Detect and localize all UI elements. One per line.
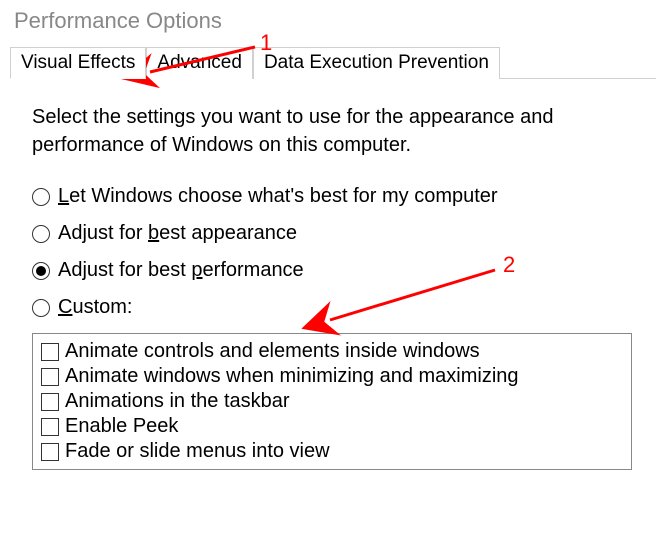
radio-icon bbox=[32, 299, 50, 317]
check-animate-windows[interactable]: Animate windows when minimizing and maxi… bbox=[41, 365, 623, 388]
tab-visual-effects[interactable]: Visual Effects bbox=[10, 47, 146, 79]
check-taskbar-animations[interactable]: Animations in the taskbar bbox=[41, 390, 623, 413]
window-title: Performance Options bbox=[0, 0, 656, 46]
check-label: Enable Peek bbox=[65, 415, 178, 438]
check-label: Animate controls and elements inside win… bbox=[65, 340, 480, 363]
radio-label: Let Windows choose what's best for my co… bbox=[58, 185, 498, 208]
tab-strip: Visual Effects Advanced Data Execution P… bbox=[10, 46, 656, 79]
check-enable-peek[interactable]: Enable Peek bbox=[41, 415, 623, 438]
check-animate-controls[interactable]: Animate controls and elements inside win… bbox=[41, 340, 623, 363]
radio-custom[interactable]: Custom: bbox=[32, 296, 634, 319]
radio-label: Adjust for best performance bbox=[58, 259, 304, 282]
checkbox-icon bbox=[41, 343, 59, 361]
radio-best-appearance[interactable]: Adjust for best appearance bbox=[32, 222, 634, 245]
visual-effects-radio-group: Let Windows choose what's best for my co… bbox=[32, 185, 634, 319]
radio-label: Adjust for best appearance bbox=[58, 222, 297, 245]
tab-dep[interactable]: Data Execution Prevention bbox=[253, 47, 500, 79]
checkbox-icon bbox=[41, 393, 59, 411]
radio-icon bbox=[32, 262, 50, 280]
check-label: Fade or slide menus into view bbox=[65, 440, 330, 463]
checkbox-icon bbox=[41, 368, 59, 386]
tab-advanced[interactable]: Advanced bbox=[146, 47, 253, 79]
check-label: Animate windows when minimizing and maxi… bbox=[65, 365, 519, 388]
radio-let-windows-choose[interactable]: Let Windows choose what's best for my co… bbox=[32, 185, 634, 208]
tab-panel-visual-effects: Select the settings you want to use for … bbox=[0, 79, 656, 480]
checkbox-icon bbox=[41, 443, 59, 461]
radio-icon bbox=[32, 188, 50, 206]
effects-checklist: Animate controls and elements inside win… bbox=[32, 333, 632, 470]
checkbox-icon bbox=[41, 418, 59, 436]
intro-text: Select the settings you want to use for … bbox=[32, 103, 634, 159]
check-fade-menus[interactable]: Fade or slide menus into view bbox=[41, 440, 623, 463]
radio-label: Custom: bbox=[58, 296, 132, 319]
check-label: Animations in the taskbar bbox=[65, 390, 290, 413]
radio-best-performance[interactable]: Adjust for best performance bbox=[32, 259, 634, 282]
radio-icon bbox=[32, 225, 50, 243]
